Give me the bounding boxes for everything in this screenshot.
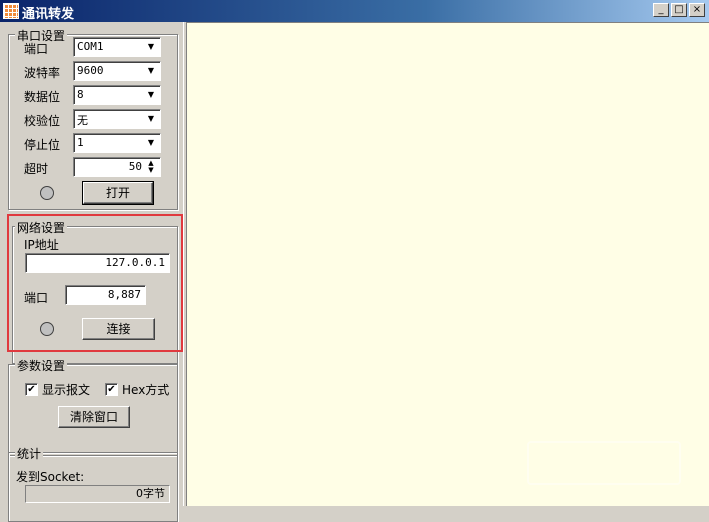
stopbits-label: 停止位 [24,138,61,152]
clear-window-button[interactable]: 清除窗口 [58,406,130,428]
baud-label: 波特率 [24,66,61,80]
chevron-down-icon[interactable]: ▼ [144,88,158,102]
chevron-down-icon[interactable]: ▼ [144,136,158,150]
databits-label: 数据位 [24,90,61,104]
window-title: 通讯转发 [22,7,75,22]
databits-value: 8 [77,88,84,101]
stats-title: 统计 [15,445,44,462]
parity-label: 校验位 [24,114,61,128]
stopbits-value: 1 [77,136,84,149]
minimize-icon[interactable]: _ [653,3,669,17]
port-value: COM1 [77,40,104,53]
maximize-icon[interactable]: □ [671,3,687,17]
sent-socket-value: 0字节 [25,485,170,503]
parity-value: 无 [77,114,88,127]
timeout-stepper[interactable]: 50 ▲ ▼ [73,157,161,177]
parity-select[interactable]: 无 ▼ [73,109,161,129]
grid-app-icon[interactable] [3,3,19,19]
serial-status-indicator [40,186,54,200]
hex-mode-checkbox[interactable]: ✔ [105,383,118,396]
open-button[interactable]: 打开 [82,181,154,205]
chevron-down-icon[interactable]: ▼ [144,64,158,78]
window-controls: _ □ × [653,3,705,17]
message-log-area[interactable] [186,22,709,506]
port-label: 端口 [24,42,49,56]
baud-select[interactable]: 9600 ▼ [73,61,161,81]
port-select[interactable]: COM1 ▼ [73,37,161,57]
chevron-down-icon[interactable]: ▼ [144,112,158,126]
chevron-down-icon[interactable]: ▼ [144,40,158,54]
stopbits-select[interactable]: 1 ▼ [73,133,161,153]
watermark-logo [527,441,681,485]
title-bar: 通讯转发 _ □ × [0,0,709,22]
baud-value: 9600 [77,64,104,77]
spin-arrows-icon[interactable]: ▲ ▼ [144,160,158,174]
timeout-label: 超时 [24,162,49,176]
param-settings-title: 参数设置 [15,357,68,374]
network-highlight-frame [7,214,183,352]
close-icon[interactable]: × [689,3,705,17]
show-message-checkbox[interactable]: ✔ [25,383,38,396]
databits-select[interactable]: 8 ▼ [73,85,161,105]
hex-mode-label: Hex方式 [122,383,170,397]
show-message-label: 显示报文 [42,383,91,397]
timeout-value: 50 [128,160,142,173]
sent-socket-label: 发到Socket: [16,470,85,484]
